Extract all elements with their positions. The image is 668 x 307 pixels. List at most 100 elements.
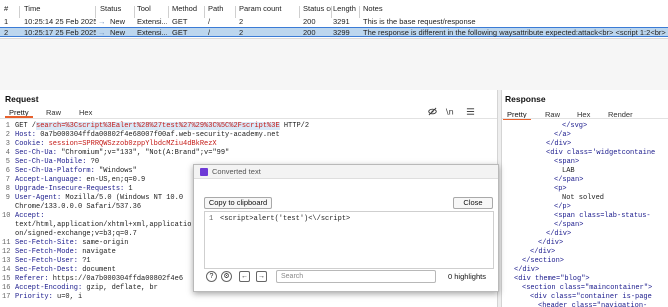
header-value: "Windows" [94,167,137,175]
row-num: 1 [4,17,9,26]
response-line: <span> [554,158,580,166]
response-line: </div> [546,140,572,148]
row-param-count: 2 [239,28,244,37]
tab-raw[interactable]: Raw [46,108,61,117]
line-number: 17 [2,293,11,301]
row-status-code: 200 [303,28,316,37]
line-number: 16 [2,284,11,292]
row-num: 2 [4,28,9,37]
row-length: 3299 [333,28,350,37]
col-header-num[interactable]: # [4,4,14,14]
response-line: </section> [522,257,565,265]
arrow-right-icon: → [98,17,106,26]
burp-logo-icon [200,168,208,176]
col-header-param-count[interactable]: Param count [239,4,294,14]
row-param-count: 2 [239,17,244,26]
col-header-tool[interactable]: Tool [137,4,162,14]
line-number: 12 [2,248,11,256]
close-button[interactable]: Close [453,197,493,209]
response-editor[interactable]: </svg> </a> </div> <div class='widgetcontai… [502,118,668,307]
newline-icon[interactable]: \n [445,107,454,116]
request-protocol: HTTP/2 [279,122,310,130]
row-status: New [110,28,126,37]
response-line: </div> [514,266,540,274]
col-header-time[interactable]: Time [24,4,84,14]
line-number: 3 [5,140,10,148]
line-number: 5 [5,158,10,166]
col-header-notes[interactable]: Notes [363,4,403,14]
row-notes: The response is different in the followi… [363,28,666,37]
line-number: 10 [2,212,11,220]
response-line: </a> [554,131,571,139]
selected-query-string: search=%3Cscript%3Ealert%28%27test%27%29… [36,122,280,130]
converted-text-area[interactable]: 1 <script>alert('test')<\/script> [204,211,494,269]
row-tool: Extensi... [137,17,167,26]
settings-icon[interactable]: ⚙ [221,271,232,282]
row-length: 3291 [333,17,350,26]
empty-area [0,38,668,90]
line-number: 6 [5,167,10,175]
table-row-selected[interactable]: 2 10:25:17 25 Feb 2025 → New Extensi... … [0,27,668,37]
hide-icon[interactable] [428,107,437,116]
header-name: Cookie: [15,140,45,148]
header-name: Host: [15,131,37,139]
dialog-title-bar[interactable]: Converted text [194,165,498,179]
response-line: </p> [554,203,571,211]
header-name: Accept-Encoding: [15,284,83,292]
request-title: Request [5,94,39,104]
line-number: 14 [2,266,11,274]
tab-hex[interactable]: Hex [79,108,92,117]
header-value: navigate [78,248,116,256]
response-line: <p> [554,185,567,193]
header-name: Upgrade-Insecure-Requests: [15,185,125,193]
search-input[interactable]: Search [276,270,436,283]
row-tool: Extensi... [137,28,167,37]
row-method: GET [172,28,188,37]
response-line: </div> [530,248,556,256]
line-number: 4 [5,149,10,157]
col-header-status-code[interactable]: Status cc [303,4,331,14]
row-notes: This is the base request/response [363,17,476,26]
arrow-left-icon[interactable]: ← [239,271,250,282]
col-header-method[interactable]: Method [172,4,202,14]
col-header-status[interactable]: Status [100,4,130,14]
line-number: 8 [5,185,10,193]
history-table: # Time Status Tool Method Path Param cou… [0,0,668,38]
menu-icon[interactable] [466,107,475,116]
header-name: Sec-Ch-Ua-Mobile: [15,158,87,166]
response-line: </div> [546,230,572,238]
copy-to-clipboard-button[interactable]: Copy to clipboard [204,197,272,209]
header-value: gzip, deflate, br [82,284,158,292]
line-number: 1 [209,215,214,223]
response-line: </span> [554,221,584,229]
header-value: 1 [124,185,133,193]
response-line: Not solved [562,194,605,202]
response-line: <div class='widgetcontaine [546,149,656,157]
response-line: </div> [538,239,564,247]
converted-text-dialog: Converted text Copy to clipboard Close 1… [193,164,499,292]
header-name: Sec-Fetch-User: [15,257,79,265]
header-name: User-Agent: [15,194,62,202]
history-header-row: # Time Status Tool Method Path Param cou… [0,4,668,18]
table-row[interactable]: 1 10:25:14 25 Feb 2025 → New Extensi... … [0,17,668,27]
header-value: 0a7b000304ffda00802f4e68007f00af.web-sec… [36,131,280,139]
arrow-right-icon[interactable]: → [256,271,267,282]
header-value: ?1 [78,257,91,265]
dialog-title: Converted text [212,167,261,176]
line-number: 2 [5,131,10,139]
row-status-code: 200 [303,17,316,26]
line-number: 1 [5,122,10,130]
response-line: <div theme="blog"> [514,275,590,283]
row-path: / [208,28,211,37]
row-path: / [208,17,211,26]
response-line: <section class="maincontainer"> [522,284,653,292]
line-number: 15 [2,275,11,283]
help-icon[interactable]: ? [206,271,217,282]
col-header-length[interactable]: Length [333,4,359,14]
arrow-right-icon: → [98,28,106,37]
col-header-path[interactable]: Path [208,4,233,14]
response-line: </svg> [562,122,588,130]
header-name: Sec-Fetch-Dest: [15,266,79,274]
line-number: 7 [5,176,10,184]
header-value: "Chromium";v="133", "Not(A:Brand";v="99" [57,149,230,157]
